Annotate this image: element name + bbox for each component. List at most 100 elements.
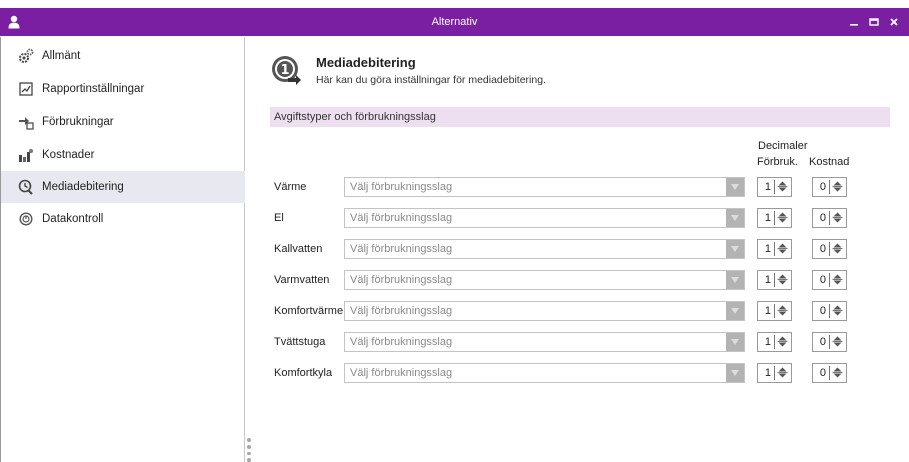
stepper-value: 0 — [819, 336, 826, 348]
sidebar-item-kostnader[interactable]: Kostnader — [1, 139, 245, 171]
consumption-type-select[interactable]: Välj förbrukningsslag — [344, 332, 745, 352]
stepper-value: 1 — [764, 274, 771, 286]
stepper-value: 1 — [764, 367, 771, 379]
row-label: Komfortkyla — [274, 367, 333, 379]
sidebar-item-datakontroll[interactable]: Datakontroll — [1, 203, 245, 235]
stepper-value: 1 — [764, 212, 771, 224]
title-bar[interactable]: Alternativ — [0, 8, 909, 36]
chevron-down-icon[interactable] — [726, 302, 744, 320]
select-placeholder: Välj förbrukningsslag — [350, 274, 453, 286]
sidebar-item-rapportinstallningar[interactable]: Rapportinställningar — [1, 73, 245, 105]
consumption-type-select[interactable]: Välj förbrukningsslag — [344, 270, 745, 290]
media-billing-header-icon: 1 — [270, 54, 302, 86]
page-subtitle: Här kan du göra inställningar för mediad… — [316, 74, 546, 86]
forbruk-decimals-stepper[interactable]: 1 — [757, 208, 792, 228]
chevron-down-icon[interactable] — [726, 240, 744, 258]
stepper-value: 1 — [764, 243, 771, 255]
select-placeholder: Välj förbrukningsslag — [350, 212, 453, 224]
spin-arrows-icon[interactable] — [775, 241, 790, 257]
select-placeholder: Välj förbrukningsslag — [350, 336, 453, 348]
sidebar-item-forbrukningar[interactable]: Förbrukningar — [1, 106, 245, 138]
row-label: Kallvatten — [274, 243, 323, 255]
chevron-down-icon[interactable] — [726, 333, 744, 351]
kostnad-decimals-stepper[interactable]: 0 — [812, 208, 847, 228]
spin-arrows-icon[interactable] — [830, 272, 845, 288]
main-panel: 1 Mediadebitering Här kan du göra instäl… — [255, 37, 909, 462]
col-header-kostnad: Kostnad — [809, 156, 850, 168]
maximize-icon[interactable] — [867, 15, 881, 29]
user-icon[interactable] — [0, 8, 28, 36]
chevron-down-icon[interactable] — [726, 271, 744, 289]
stepper-value: 1 — [764, 181, 771, 193]
forbruk-decimals-stepper[interactable]: 1 — [757, 363, 792, 383]
stepper-value: 0 — [819, 243, 826, 255]
consumption-type-select[interactable]: Välj förbrukningsslag — [344, 363, 745, 383]
page-title: Mediadebitering — [316, 55, 416, 70]
kostnad-decimals-stepper[interactable]: 0 — [812, 332, 847, 352]
splitter-handle[interactable] — [246, 438, 252, 462]
sidebar-item-label: Förbrukningar — [42, 116, 114, 128]
forbruk-decimals-stepper[interactable]: 1 — [757, 239, 792, 259]
row-label: Komfortvärme — [274, 305, 344, 317]
kostnad-decimals-stepper[interactable]: 0 — [812, 177, 847, 197]
datacheck-icon — [18, 211, 34, 227]
stepper-value: 1 — [764, 305, 771, 317]
forbruk-decimals-stepper[interactable]: 1 — [757, 301, 792, 321]
row-label: Tvättstuga — [274, 336, 326, 348]
spin-arrows-icon[interactable] — [775, 210, 790, 226]
chevron-down-icon[interactable] — [726, 209, 744, 227]
spin-arrows-icon[interactable] — [830, 365, 845, 381]
stepper-value: 0 — [819, 367, 826, 379]
sidebar: Allmänt Rapportinställningar Förbrukning… — [0, 37, 245, 462]
decimals-header: Decimaler — [758, 140, 808, 152]
top-strip — [0, 0, 909, 8]
col-header-forbruk: Förbruk. — [757, 156, 798, 168]
kostnad-decimals-stepper[interactable]: 0 — [812, 239, 847, 259]
sidebar-item-label: Kostnader — [42, 149, 95, 161]
chevron-down-icon[interactable] — [726, 178, 744, 196]
row-label: Värme — [274, 181, 307, 193]
consumption-type-select[interactable]: Välj förbrukningsslag — [344, 239, 745, 259]
sidebar-item-label: Allmänt — [42, 50, 81, 62]
forbruk-decimals-stepper[interactable]: 1 — [757, 332, 792, 352]
stepper-value: 1 — [764, 336, 771, 348]
select-placeholder: Välj förbrukningsslag — [350, 305, 453, 317]
stepper-value: 0 — [819, 181, 826, 193]
forbruk-decimals-stepper[interactable]: 1 — [757, 177, 792, 197]
spin-arrows-icon[interactable] — [830, 303, 845, 319]
sidebar-item-allmant[interactable]: Allmänt — [1, 40, 245, 72]
consumption-icon — [18, 114, 34, 130]
select-placeholder: Välj förbrukningsslag — [350, 243, 453, 255]
stepper-value: 0 — [819, 274, 826, 286]
spin-arrows-icon[interactable] — [775, 334, 790, 350]
svg-text:1: 1 — [280, 63, 289, 78]
consumption-type-select[interactable]: Välj förbrukningsslag — [344, 208, 745, 228]
spin-arrows-icon[interactable] — [775, 303, 790, 319]
minimize-icon[interactable] — [847, 15, 861, 29]
sidebar-item-label: Rapportinställningar — [42, 83, 145, 95]
spin-arrows-icon[interactable] — [830, 241, 845, 257]
close-icon[interactable] — [887, 15, 901, 29]
chevron-down-icon[interactable] — [726, 364, 744, 382]
spin-arrows-icon[interactable] — [830, 179, 845, 195]
spin-arrows-icon[interactable] — [830, 334, 845, 350]
kostnad-decimals-stepper[interactable]: 0 — [812, 363, 847, 383]
spin-arrows-icon[interactable] — [830, 210, 845, 226]
select-placeholder: Välj förbrukningsslag — [350, 367, 453, 379]
report-icon — [18, 81, 34, 97]
kostnad-decimals-stepper[interactable]: 0 — [812, 301, 847, 321]
row-label: Varmvatten — [274, 274, 330, 286]
row-label: El — [274, 212, 284, 224]
media-billing-icon — [18, 179, 34, 195]
consumption-type-select[interactable]: Välj förbrukningsslag — [344, 177, 745, 197]
spin-arrows-icon[interactable] — [775, 272, 790, 288]
consumption-type-select[interactable]: Välj förbrukningsslag — [344, 301, 745, 321]
spin-arrows-icon[interactable] — [775, 179, 790, 195]
sidebar-item-mediadebitering[interactable]: Mediadebitering — [1, 171, 245, 203]
spin-arrows-icon[interactable] — [775, 365, 790, 381]
sidebar-item-label: Datakontroll — [42, 213, 104, 225]
kostnad-decimals-stepper[interactable]: 0 — [812, 270, 847, 290]
stepper-value: 0 — [819, 212, 826, 224]
forbruk-decimals-stepper[interactable]: 1 — [757, 270, 792, 290]
section-header: Avgiftstyper och förbrukningsslag — [270, 107, 890, 127]
